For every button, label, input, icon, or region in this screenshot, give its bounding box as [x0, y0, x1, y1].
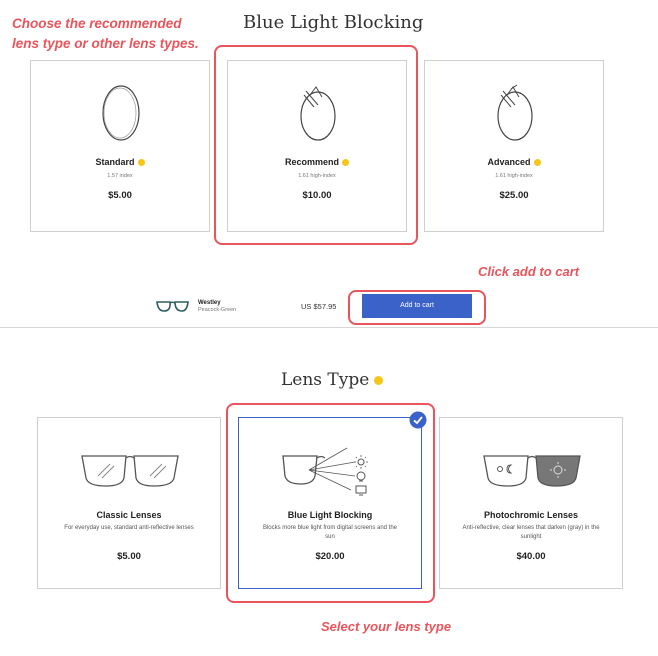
section-title-blue-light: Blue Light Blocking — [243, 12, 424, 33]
lens-type-name: Photochromic Lenses — [483, 510, 579, 520]
annotation-select-lens: Select your lens type — [321, 619, 452, 634]
cart-bar: Westley Peacock-Green US $57.95 Add to c… — [0, 285, 658, 328]
glasses-icon — [81, 455, 179, 487]
annotation-click-add: Click add to cart — [478, 264, 580, 279]
lens-option-price: $5.00 — [108, 190, 132, 201]
lens-type-price: $40.00 — [516, 551, 546, 562]
lens-option-price: $25.00 — [499, 190, 529, 201]
lens-type-desc: For everyday use, standard anti-reflecti… — [64, 525, 194, 531]
lens-option-name: Advanced — [487, 157, 531, 167]
lens-option-advanced[interactable]: Advanced 1.61 high-index $25.00 — [424, 60, 604, 232]
lens-type-price: $5.00 — [117, 551, 141, 562]
lens-option-index: 1.57 index — [107, 173, 133, 179]
lens-type-name: Classic Lenses — [96, 510, 162, 520]
section-title-lens-type-text: Lens Type — [281, 370, 370, 390]
highlight-blue-light — [226, 403, 435, 603]
lens-icon — [497, 84, 533, 141]
info-icon[interactable] — [374, 376, 384, 385]
lens-type-classic[interactable]: Classic Lenses For everyday use, standar… — [37, 417, 221, 589]
lens-icon — [102, 85, 140, 141]
product-color: Peacock-Green — [198, 307, 237, 313]
glasses-thumbnail-icon — [156, 301, 189, 312]
highlight-recommend — [214, 45, 418, 245]
product-name: Westley — [198, 300, 221, 306]
annotation-choose: Choose the recommended lens type or othe… — [12, 14, 199, 54]
annotation-choose-line2: lens type or other lens types. — [12, 36, 199, 51]
photochromic-glasses-icon — [483, 455, 581, 487]
selected-check-icon — [409, 411, 427, 429]
info-icon[interactable] — [533, 159, 541, 167]
annotation-choose-line1: Choose the recommended — [12, 16, 182, 31]
cart-price: US $57.95 — [301, 302, 337, 311]
lens-option-name: Standard — [95, 157, 135, 167]
lens-option-standard[interactable]: Standard 1.57 index $5.00 — [30, 60, 210, 232]
section-title-lens-type: Lens Type — [281, 370, 384, 390]
lens-type-photochromic[interactable]: Photochromic Lenses Anti-reflective, cle… — [439, 417, 623, 589]
info-icon[interactable] — [137, 159, 145, 167]
highlight-add-to-cart — [348, 290, 486, 325]
lens-option-index: 1.61 high-index — [495, 173, 533, 179]
lens-type-desc: Anti-reflective, clear lenses that darke… — [462, 525, 600, 540]
